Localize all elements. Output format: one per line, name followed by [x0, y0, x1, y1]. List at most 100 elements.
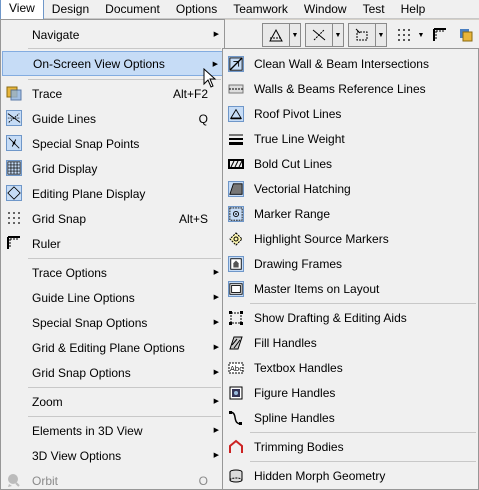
submenu-item-walls-beams-reference-lines[interactable]: Walls & Beams Reference Lines — [223, 77, 478, 102]
menu-item-label: Special Snap Points — [32, 136, 140, 151]
menu-item-special-snap-options[interactable]: Special Snap Options ▶ — [1, 310, 224, 335]
morph-geometry-icon — [228, 468, 244, 484]
submenu-item-spline-handles[interactable]: Spline Handles — [223, 406, 478, 431]
toolbar: ▼ ▼ ▼ ▼ — [222, 20, 479, 50]
menu-item-elements-in-3d-view[interactable]: Elements in 3D View ▶ — [1, 418, 224, 443]
menu-item-label: Trace Options — [32, 265, 107, 280]
menu-item-grid-snap-options[interactable]: Grid Snap Options ▶ — [1, 360, 224, 385]
submenu-item-show-drafting-editing-aids[interactable]: Show Drafting & Editing Aids — [223, 306, 478, 331]
shortcut-label: Alt+S — [178, 211, 208, 226]
menu-window[interactable]: Window — [296, 0, 355, 19]
submenu-item-label: Trimming Bodies — [254, 440, 344, 454]
submenu-item-label: Walls & Beams Reference Lines — [254, 82, 426, 96]
submenu-item-master-items-on-layout[interactable]: Master Items on Layout — [223, 277, 478, 302]
guide-lines-icon — [6, 110, 22, 126]
submenu-item-hidden-morph-geometry[interactable]: Hidden Morph Geometry — [223, 464, 478, 489]
roof-pivot-dropdown-arrow[interactable]: ▼ — [290, 23, 301, 47]
submenu-item-vectorial-hatching[interactable]: Vectorial Hatching — [223, 177, 478, 202]
submenu-item-highlight-source-markers[interactable]: Highlight Source Markers — [223, 227, 478, 252]
submenu-item-roof-pivot-lines[interactable]: Roof Pivot Lines — [223, 102, 478, 127]
submenu-item-label: Hidden Morph Geometry — [254, 469, 386, 483]
line-weight-icon — [228, 131, 244, 147]
menu-item-guide-lines[interactable]: Guide Lines Q — [1, 106, 224, 131]
menu-separator — [28, 258, 221, 259]
master-items-icon — [228, 281, 244, 297]
menu-item-trace[interactable]: Trace Alt+F2 — [1, 81, 224, 106]
menu-item-label: Elements in 3D View — [32, 423, 143, 438]
menu-item-grid-editing-plane-options[interactable]: Grid & Editing Plane Options ▶ — [1, 335, 224, 360]
menu-item-label: 3D View Options — [32, 448, 122, 463]
menu-separator — [28, 48, 221, 49]
menu-item-editing-plane-display[interactable]: Editing Plane Display — [1, 181, 224, 206]
menu-item-navigate[interactable]: Navigate ▶ — [1, 22, 224, 47]
submenu-item-label: Highlight Source Markers — [254, 232, 389, 246]
submenu-item-marker-range[interactable]: Marker Range — [223, 202, 478, 227]
submenu-item-bold-cut-lines[interactable]: Bold Cut Lines — [223, 152, 478, 177]
menu-item-label: Grid Snap Options — [32, 365, 131, 380]
textbox-handles-icon: Abc — [228, 360, 244, 376]
menu-separator — [250, 432, 476, 433]
clean-intersections-icon — [228, 56, 244, 72]
reference-lines-icon — [228, 81, 244, 97]
submenu-arrow-icon: ▶ — [213, 369, 219, 376]
submenu-item-textbox-handles[interactable]: Abc Textbox Handles — [223, 356, 478, 381]
menu-item-grid-display[interactable]: Grid Display — [1, 156, 224, 181]
roof-pivot-lines-icon — [269, 28, 283, 42]
menu-item-label: Grid Display — [32, 161, 98, 176]
orbit-icon — [6, 472, 22, 488]
menu-item-ruler[interactable]: Ruler — [1, 231, 224, 256]
menu-item-guide-line-options[interactable]: Guide Line Options ▶ — [1, 285, 224, 310]
on-screen-view-options-submenu: Clean Wall & Beam Intersections Walls & … — [222, 48, 479, 490]
menu-item-zoom[interactable]: Zoom ▶ — [1, 389, 224, 414]
menu-item-3d-view-options[interactable]: 3D View Options ▶ — [1, 443, 224, 468]
ruler-icon — [433, 28, 446, 41]
menu-options[interactable]: Options — [168, 0, 225, 19]
menu-item-label: Guide Lines — [32, 111, 97, 126]
submenu-arrow-icon: ▶ — [213, 344, 219, 351]
menu-item-special-snap-points[interactable]: Special Snap Points — [1, 131, 224, 156]
section-marker-toolbar-button[interactable] — [348, 23, 376, 47]
menu-document[interactable]: Document — [97, 0, 168, 19]
submenu-item-label: Clean Wall & Beam Intersections — [254, 57, 429, 71]
menu-teamwork[interactable]: Teamwork — [225, 0, 296, 19]
mouse-cursor-icon — [203, 68, 217, 88]
submenu-item-figure-handles[interactable]: Figure Handles — [223, 381, 478, 406]
menu-item-label: Grid Snap — [32, 211, 87, 226]
submenu-item-drawing-frames[interactable]: Drawing Frames — [223, 252, 478, 277]
menu-test[interactable]: Test — [355, 0, 393, 19]
submenu-item-label: Master Items on Layout — [254, 282, 380, 296]
shortcut-label: O — [198, 473, 208, 488]
roof-pivot-lines-toolbar-button[interactable] — [262, 23, 290, 47]
menu-help[interactable]: Help — [393, 0, 434, 19]
submenu-arrow-icon: ▶ — [213, 452, 219, 459]
guide-lines-dropdown-arrow[interactable]: ▼ — [333, 23, 344, 47]
section-marker-icon — [355, 28, 368, 41]
guide-lines-toolbar-button[interactable] — [305, 23, 333, 47]
menu-design[interactable]: Design — [44, 0, 97, 19]
submenu-arrow-icon: ▶ — [213, 294, 219, 301]
submenu-arrow-icon: ▶ — [213, 319, 219, 326]
drafting-aids-icon — [228, 310, 244, 326]
marker-range-icon — [228, 206, 244, 222]
svg-text:Abc: Abc — [230, 365, 243, 373]
section-marker-dropdown-arrow[interactable]: ▼ — [376, 23, 387, 47]
grid-snap-toolbar-button[interactable] — [392, 23, 416, 47]
submenu-item-clean-wall-beam-intersections[interactable]: Clean Wall & Beam Intersections — [223, 52, 478, 77]
submenu-item-label: Roof Pivot Lines — [254, 107, 342, 121]
submenu-item-label: Textbox Handles — [254, 361, 343, 375]
submenu-item-true-line-weight[interactable]: True Line Weight — [223, 127, 478, 152]
menu-item-trace-options[interactable]: Trace Options ▶ — [1, 260, 224, 285]
layers-toolbar-button[interactable] — [454, 23, 478, 47]
submenu-item-trimming-bodies[interactable]: Trimming Bodies — [223, 435, 478, 460]
submenu-arrow-icon: ▶ — [213, 427, 219, 434]
drawing-frames-icon — [228, 256, 244, 272]
submenu-item-fill-handles[interactable]: Fill Handles — [223, 331, 478, 356]
menu-item-on-screen-view-options[interactable]: On-Screen View Options ▶ — [2, 51, 223, 76]
menu-view[interactable]: View — [0, 0, 44, 19]
menu-item-grid-snap[interactable]: Grid Snap Alt+S — [1, 206, 224, 231]
grid-snap-dropdown-arrow[interactable]: ▼ — [416, 32, 426, 39]
menu-item-label: Ruler — [32, 236, 61, 251]
ruler-toolbar-button[interactable] — [428, 23, 452, 47]
bold-cut-lines-icon — [228, 156, 244, 172]
spline-handles-icon — [228, 410, 244, 426]
